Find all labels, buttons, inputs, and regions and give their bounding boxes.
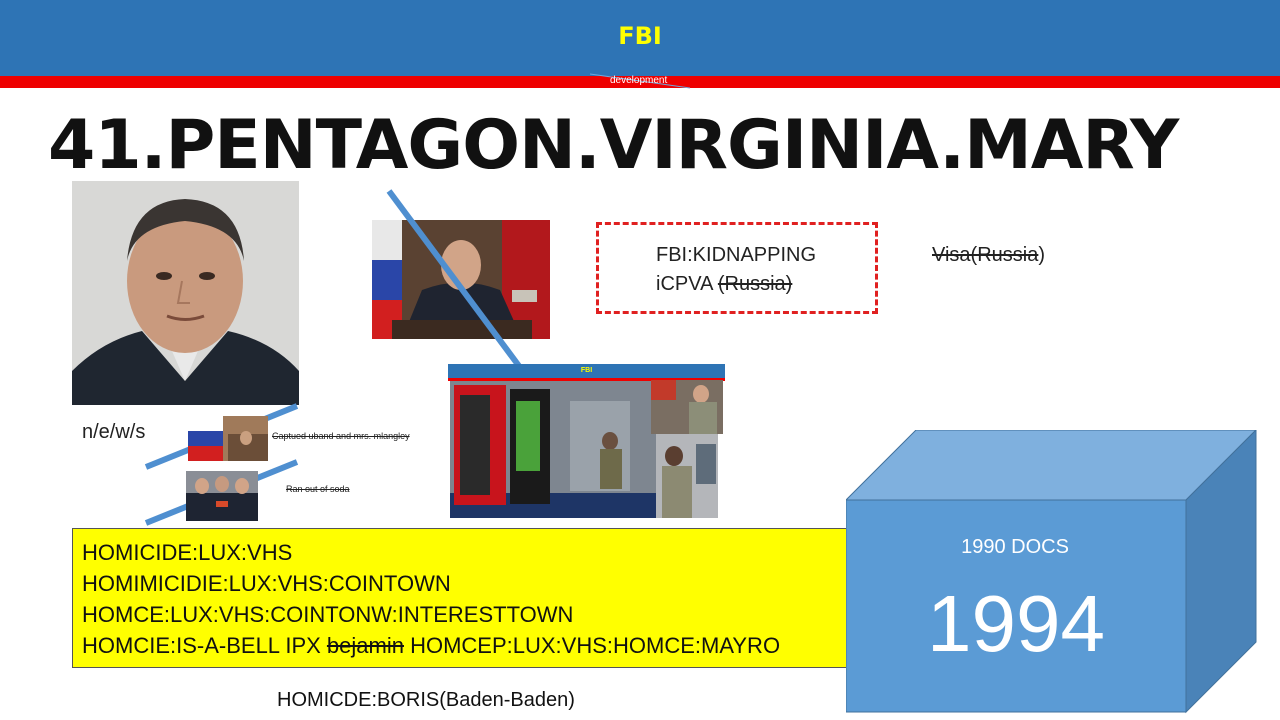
soldier-photo-top: [651, 380, 723, 434]
icpva-prefix: iCPVA: [656, 273, 718, 295]
caption-kidnapped: Captued uband and mrs. mlangley: [272, 431, 410, 441]
fbi-panel-title: FBI: [580, 367, 593, 374]
kidnapping-label: FBI:KIDNAPPING: [656, 244, 817, 266]
vending-machine-photo: [450, 381, 656, 518]
visa-struck: Visa(Russia: [932, 244, 1039, 266]
fbi-panel-banner: FBI: [448, 364, 725, 378]
homicide-line-4: HOMCIE:IS-A-BELL IPX bejamin HOMCEP:LUX:…: [82, 633, 780, 659]
homicide-line-4-struck: bejamin: [326, 633, 404, 658]
cube-label: 1990 DOCS: [961, 536, 1069, 558]
boris-label: HOMICDE:BORIS(Baden-Baden): [277, 689, 575, 711]
homicide-box: HOMICIDE:LUX:VHS HOMIMICIDIE:LUX:VHS:COI…: [72, 528, 852, 668]
cube-year: 1994: [927, 579, 1105, 668]
group-photo: [186, 471, 258, 521]
directions-label: n/e/w/s: [82, 421, 146, 443]
caption-soda: Ran out of soda: [286, 484, 350, 494]
homicide-line-4-prefix: HOMCIE:IS-A-BELL IPX: [82, 633, 327, 658]
flags-photo: [188, 416, 268, 461]
icpva-struck: (Russia): [717, 273, 793, 295]
homicide-line-4-suffix: HOMCEP:LUX:VHS:HOMCE:MAYRO: [403, 633, 781, 658]
kidnapping-box: [596, 222, 878, 314]
homicide-line-2: HOMIMICIDIE:LUX:VHS:COINTOWN: [82, 571, 451, 596]
icpva-label: iCPVA (Russia): [656, 273, 792, 296]
visa-tail: ): [1038, 244, 1046, 266]
soldier-photo-bottom: [656, 434, 718, 518]
docs-cube: [846, 430, 1257, 714]
homicide-line-1: HOMICIDE:LUX:VHS: [82, 540, 293, 565]
visa-label: Visa(Russia): [932, 244, 1045, 267]
homicide-line-3: HOMCE:LUX:VHS:COINTONW:INTERESTTOWN: [82, 602, 574, 627]
